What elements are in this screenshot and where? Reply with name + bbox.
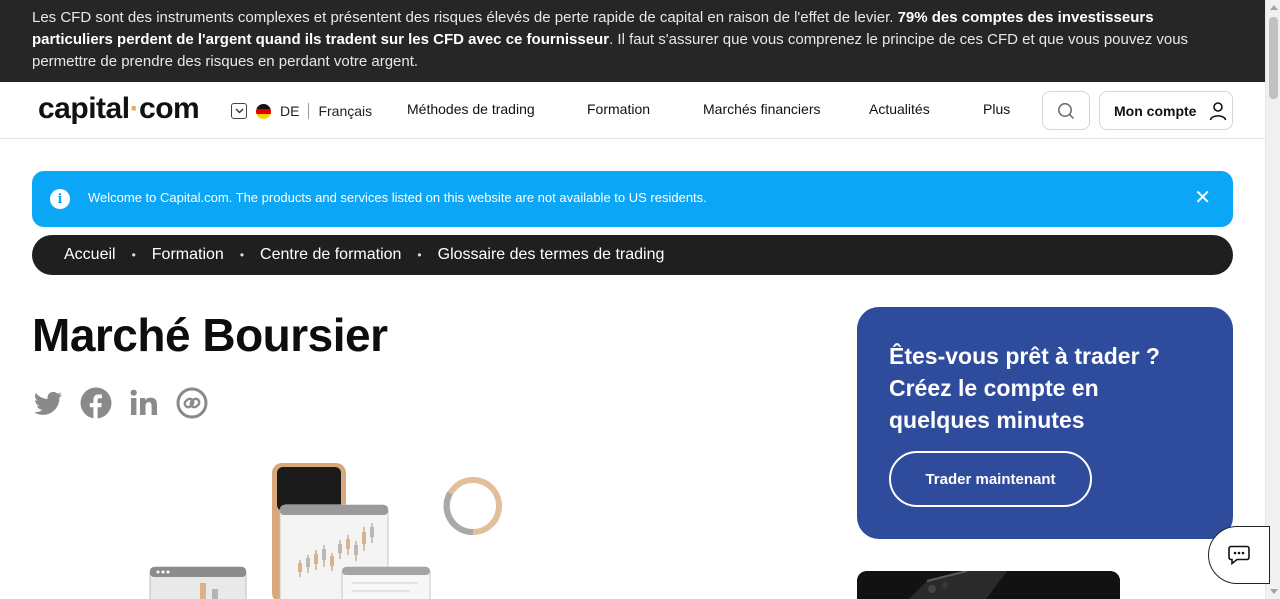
logo-text-right: com <box>139 92 200 125</box>
germany-flag-icon <box>256 103 271 119</box>
breadcrumb-separator: • <box>417 248 422 262</box>
cta-title: Êtes-vous prêt à trader ? Créez le compt… <box>889 343 1160 433</box>
scrollbar-thumb[interactable] <box>1269 17 1278 99</box>
search-icon <box>1058 102 1075 119</box>
country-code: DE <box>280 103 300 119</box>
copy-link-icon[interactable] <box>176 387 208 419</box>
linkedin-icon[interactable] <box>128 387 160 419</box>
us-residents-notice: i Welcome to Capital.com. The products a… <box>32 171 1233 227</box>
twitter-icon[interactable] <box>32 387 64 419</box>
breadcrumb-formation[interactable]: Formation <box>152 246 224 264</box>
close-icon[interactable]: ✕ <box>1194 187 1211 209</box>
breadcrumb-centre-de-formation[interactable]: Centre de formation <box>260 246 401 264</box>
promo-phone-image <box>857 571 1120 599</box>
page-title: Marché Boursier <box>32 309 388 361</box>
site-header: capital·com DE Français Méthodes de trad… <box>0 82 1265 139</box>
trading-devices-illustration <box>149 463 502 599</box>
facebook-icon[interactable] <box>80 387 112 419</box>
logo-dot: · <box>129 92 140 125</box>
chevron-down-icon[interactable] <box>231 103 247 119</box>
risk-warning-text-1: Les CFD sont des instruments complexes e… <box>32 9 898 26</box>
locale-divider <box>308 103 310 119</box>
account-button[interactable]: Mon compte <box>1099 91 1233 130</box>
risk-warning-banner: Les CFD sont des instruments complexes e… <box>0 0 1265 82</box>
notice-text: Welcome to Capital.com. The products and… <box>88 190 707 205</box>
trader-maintenant-button[interactable]: Trader maintenant <box>889 451 1092 507</box>
breadcrumb-accueil[interactable]: Accueil <box>64 246 116 264</box>
account-label: Mon compte <box>1114 102 1197 119</box>
breadcrumb: Accueil • Formation • Centre de formatio… <box>32 235 1233 275</box>
breadcrumb-separator: • <box>131 248 136 262</box>
logo-text-left: capital <box>38 92 130 125</box>
scroll-down-arrow-icon[interactable] <box>1270 589 1278 594</box>
chat-button[interactable] <box>1208 526 1270 584</box>
search-button[interactable] <box>1042 91 1090 130</box>
nav-formation[interactable]: Formation <box>587 101 650 117</box>
page-scrollbar[interactable] <box>1265 0 1280 599</box>
user-icon <box>1210 101 1227 120</box>
scroll-up-arrow-icon[interactable] <box>1270 5 1278 10</box>
info-icon: i <box>50 189 70 209</box>
nav-marches-financiers[interactable]: Marchés financiers <box>703 101 821 117</box>
chat-icon <box>1228 545 1250 565</box>
nav-plus[interactable]: Plus <box>983 101 1010 117</box>
trade-cta-card: Êtes-vous prêt à trader ? Créez le compt… <box>857 307 1233 539</box>
nav-methodes-de-trading[interactable]: Méthodes de trading <box>407 101 535 117</box>
breadcrumb-glossaire[interactable]: Glossaire des termes de trading <box>438 246 665 264</box>
breadcrumb-separator: • <box>239 248 245 262</box>
language-label[interactable]: Français <box>318 103 372 119</box>
capital-com-logo[interactable]: capital·com <box>38 92 200 126</box>
locale-selector[interactable]: DE Français <box>231 101 372 121</box>
nav-actualites[interactable]: Actualités <box>869 101 930 117</box>
